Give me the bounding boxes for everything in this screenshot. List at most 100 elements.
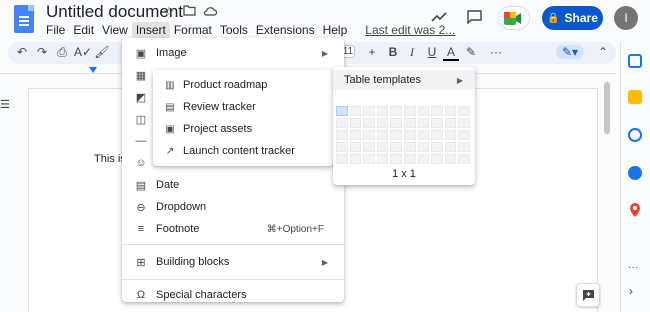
table-grid-cell[interactable] (390, 154, 402, 164)
comments-icon[interactable] (467, 10, 482, 29)
keep-icon[interactable] (628, 90, 642, 104)
outline-icon[interactable]: ☰ (0, 98, 10, 111)
table-grid-cell[interactable] (376, 154, 389, 164)
table-grid-cell[interactable] (390, 106, 402, 116)
table-grid-cell[interactable] (417, 142, 430, 152)
table-grid-cell[interactable] (336, 154, 348, 164)
collapse-menus-icon[interactable]: ⌃ (595, 45, 611, 59)
menu-item-footnote[interactable]: ≡ Footnote ⌘+Option+F (122, 218, 344, 240)
activity-trend-icon[interactable] (431, 10, 447, 28)
spellcheck-icon[interactable]: A✓ (74, 45, 92, 59)
paint-format-icon[interactable]: 🖌 (94, 45, 110, 59)
share-button[interactable]: 🔒 Share (542, 6, 603, 30)
table-grid-cell[interactable] (444, 154, 457, 164)
table-grid-cell[interactable] (349, 154, 362, 164)
menu-file[interactable]: File (42, 22, 69, 38)
docs-logo-icon[interactable] (14, 5, 34, 33)
table-grid-cell[interactable] (458, 142, 470, 152)
table-grid-cell[interactable] (431, 142, 443, 152)
template-item-review-tracker[interactable]: ▤ Review tracker (153, 96, 333, 118)
maps-icon[interactable] (629, 203, 641, 217)
menu-help[interactable]: Help (319, 22, 352, 38)
menu-extensions[interactable]: Extensions (252, 22, 319, 38)
template-item-product-roadmap[interactable]: ▥ Product roadmap (153, 74, 333, 96)
table-grid-cell[interactable] (363, 154, 375, 164)
table-size-grid[interactable] (336, 106, 470, 164)
highlight-color-icon[interactable]: ✎ (463, 45, 479, 59)
table-grid-cell[interactable] (417, 154, 430, 164)
menu-item-image[interactable]: ▣ Image ▶ (122, 42, 344, 64)
table-grid-cell[interactable] (336, 130, 348, 140)
table-grid-cell[interactable] (349, 106, 362, 116)
table-grid-cell[interactable] (363, 118, 375, 128)
table-grid-cell[interactable] (431, 130, 443, 140)
table-grid-cell[interactable] (458, 130, 470, 140)
table-grid-cell[interactable] (404, 154, 416, 164)
table-grid-cell[interactable] (376, 106, 389, 116)
increase-font-size-icon[interactable]: + (364, 45, 380, 59)
template-item-project-assets[interactable]: ▣ Project assets (153, 118, 333, 140)
table-templates-item[interactable]: Table templates ▶ (333, 70, 475, 90)
menu-view[interactable]: View (98, 22, 132, 38)
italic-icon[interactable]: I (404, 45, 420, 60)
menu-edit[interactable]: Edit (69, 22, 98, 38)
calendar-icon[interactable] (628, 54, 642, 68)
menu-tools[interactable]: Tools (216, 22, 252, 38)
menu-item-building-blocks[interactable]: ⊞ Building blocks ▶ (122, 251, 344, 273)
table-grid-cell[interactable] (444, 130, 457, 140)
table-grid-cell[interactable] (349, 118, 362, 128)
template-item-launch-content-tracker[interactable]: ↗ Launch content tracker (153, 140, 333, 162)
table-grid-cell[interactable] (404, 142, 416, 152)
contacts-icon[interactable] (628, 166, 642, 180)
ruler-indent-marker-icon[interactable] (89, 67, 97, 73)
account-avatar[interactable]: I (614, 6, 638, 30)
menu-format[interactable]: Format (170, 22, 216, 38)
cloud-status-icon[interactable] (203, 4, 218, 19)
table-grid-cell[interactable] (417, 118, 430, 128)
add-comment-button[interactable] (576, 283, 600, 307)
table-grid-cell[interactable] (404, 118, 416, 128)
scrollbar[interactable] (604, 82, 610, 134)
menu-insert[interactable]: Insert (131, 22, 170, 38)
table-grid-cell[interactable] (444, 106, 457, 116)
table-grid-cell[interactable] (390, 142, 402, 152)
undo-icon[interactable]: ↶ (14, 45, 30, 59)
side-panel-expand-icon[interactable]: › (629, 284, 633, 298)
more-options-icon[interactable]: ··· (488, 45, 504, 59)
table-grid-cell[interactable] (444, 142, 457, 152)
bold-icon[interactable]: B (385, 45, 401, 59)
editing-mode-icon[interactable]: ✎▾ (556, 45, 584, 59)
table-grid-cell[interactable] (444, 118, 457, 128)
table-grid-cell[interactable] (390, 130, 402, 140)
table-grid-cell[interactable] (363, 130, 375, 140)
meet-button[interactable] (498, 6, 530, 30)
star-icon[interactable]: ☆ (163, 4, 175, 20)
move-folder-icon[interactable] (183, 4, 196, 19)
table-grid-cell[interactable] (349, 130, 362, 140)
table-grid-cell[interactable] (458, 118, 470, 128)
table-grid-cell[interactable] (431, 118, 443, 128)
table-grid-cell[interactable] (417, 130, 430, 140)
redo-icon[interactable]: ↷ (34, 45, 50, 59)
side-panel-more-icon[interactable]: ··· (628, 262, 638, 273)
menu-item-date[interactable]: ▤ Date (122, 174, 344, 196)
table-grid-cell[interactable] (404, 106, 416, 116)
tasks-icon[interactable] (628, 128, 642, 142)
table-grid-cell[interactable] (390, 118, 402, 128)
table-grid-cell[interactable] (376, 118, 389, 128)
table-grid-cell[interactable] (404, 130, 416, 140)
table-grid-cell[interactable] (376, 130, 389, 140)
table-grid-cell[interactable] (417, 106, 430, 116)
document-body-text[interactable]: This is (94, 153, 126, 165)
menu-item-special-characters[interactable]: Ω Special characters (122, 284, 344, 306)
print-icon[interactable]: ⎙ (54, 45, 70, 60)
table-grid-cell[interactable] (363, 142, 375, 152)
text-color-icon[interactable]: A (443, 45, 459, 61)
table-grid-cell[interactable] (431, 106, 443, 116)
table-grid-cell[interactable] (431, 154, 443, 164)
table-grid-cell[interactable] (336, 118, 348, 128)
table-grid-cell[interactable] (336, 106, 348, 116)
table-grid-cell[interactable] (349, 142, 362, 152)
menu-item-dropdown[interactable]: ⊖ Dropdown (122, 196, 344, 218)
table-grid-cell[interactable] (458, 106, 470, 116)
